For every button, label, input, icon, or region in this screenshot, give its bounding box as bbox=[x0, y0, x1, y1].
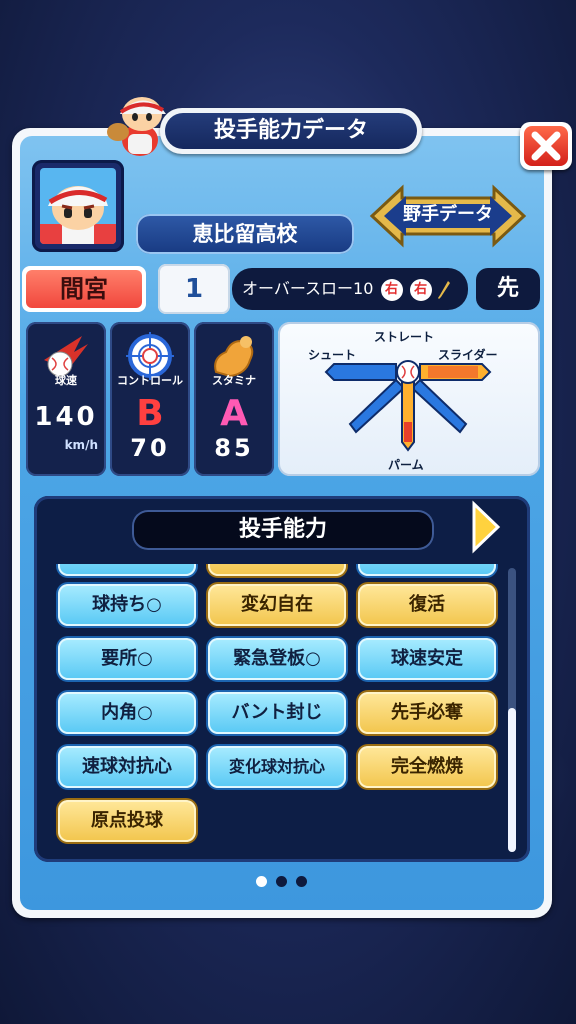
stat-control-value: 70 bbox=[130, 434, 170, 462]
close-button-face bbox=[524, 126, 568, 166]
page-title: 投手能力データ bbox=[165, 113, 417, 149]
stat-control-label: コントロール bbox=[117, 374, 183, 387]
down-left-arrow bbox=[348, 378, 406, 434]
ball-icon bbox=[396, 360, 420, 384]
stat-speed-value: 140 bbox=[34, 402, 98, 432]
pitch-chart: ストレート シュート スライダー パーム bbox=[278, 322, 540, 476]
ability-item-partial bbox=[358, 564, 496, 576]
page-dot-2[interactable] bbox=[276, 876, 287, 887]
ability-item[interactable]: 原点投球 bbox=[58, 800, 196, 842]
fielder-data-button[interactable]: 野手データ bbox=[368, 184, 528, 248]
stat-stamina: スタミナ A 85 bbox=[194, 322, 274, 476]
stat-stamina-value: 85 bbox=[214, 434, 254, 462]
throws-hand-badge: 右 bbox=[380, 278, 403, 301]
pitcher-role: 先 bbox=[476, 268, 540, 310]
ability-list[interactable]: 球持ち○ 変幻自在 復活要所○ 緊急登板○ 球速安定内角○ バント封じ 先手必奪速球対抗心変… bbox=[48, 564, 504, 854]
stat-control: コントロール B 70 bbox=[110, 322, 190, 476]
ability-item[interactable]: 内角○ bbox=[58, 692, 196, 734]
ability-item[interactable]: 変幻自在 bbox=[208, 584, 346, 626]
stat-control-grade: B bbox=[136, 393, 164, 434]
uniform-number: 1 bbox=[158, 264, 230, 314]
ability-item[interactable]: 緊急登板○ bbox=[208, 638, 346, 680]
stat-stamina-grade: A bbox=[220, 393, 248, 434]
ability-item[interactable]: 完全燃焼 bbox=[358, 746, 496, 788]
close-icon bbox=[531, 131, 561, 161]
ability-item[interactable]: 変化球対抗心 bbox=[208, 746, 346, 788]
pitch-arrows bbox=[324, 360, 492, 452]
stat-speed-label: 球速 bbox=[55, 374, 77, 387]
scrollbar[interactable] bbox=[508, 568, 516, 852]
player-name: 間宮 bbox=[26, 270, 142, 308]
player-face-icon bbox=[40, 186, 116, 244]
shoot-arrow bbox=[324, 363, 397, 381]
player-portrait bbox=[32, 160, 124, 252]
page-dot-3[interactable] bbox=[296, 876, 307, 887]
ability-title: 投手能力 bbox=[132, 510, 434, 550]
pitching-form-label: オーバースロー10 bbox=[242, 279, 374, 298]
bats-hand-badge: 右 bbox=[409, 278, 432, 301]
stat-stamina-label: スタミナ bbox=[212, 374, 256, 387]
ability-item[interactable]: 速球対抗心 bbox=[58, 746, 196, 788]
next-page-arrow-icon[interactable] bbox=[470, 500, 502, 554]
down-right-arrow bbox=[410, 378, 468, 434]
ability-item-partial bbox=[58, 564, 196, 576]
page-dot-1[interactable] bbox=[256, 876, 267, 887]
ability-item[interactable]: バント封じ bbox=[208, 692, 346, 734]
ability-item[interactable]: 復活 bbox=[358, 584, 496, 626]
stat-speed-unit: km/h bbox=[64, 438, 98, 452]
ability-item[interactable]: 先手必奪 bbox=[358, 692, 496, 734]
title-bar: 投手能力データ bbox=[160, 108, 422, 154]
fielder-data-label: 野手データ bbox=[403, 204, 493, 225]
avatar bbox=[40, 168, 116, 244]
player-name-box: 間宮 bbox=[22, 266, 146, 312]
ability-item-partial bbox=[208, 564, 346, 576]
close-button[interactable] bbox=[520, 122, 572, 170]
scrollbar-thumb[interactable] bbox=[508, 708, 516, 852]
ability-item[interactable]: 球持ち○ bbox=[58, 584, 196, 626]
ability-item[interactable]: 要所○ bbox=[58, 638, 196, 680]
page-indicator bbox=[256, 876, 316, 888]
ability-item[interactable]: 球速安定 bbox=[358, 638, 496, 680]
bat-icon bbox=[437, 280, 450, 299]
stat-speed: 球速 140 km/h bbox=[26, 322, 106, 476]
school-name: 恵比留高校 bbox=[136, 214, 354, 254]
pitching-form: オーバースロー10 右 右 bbox=[232, 268, 468, 310]
